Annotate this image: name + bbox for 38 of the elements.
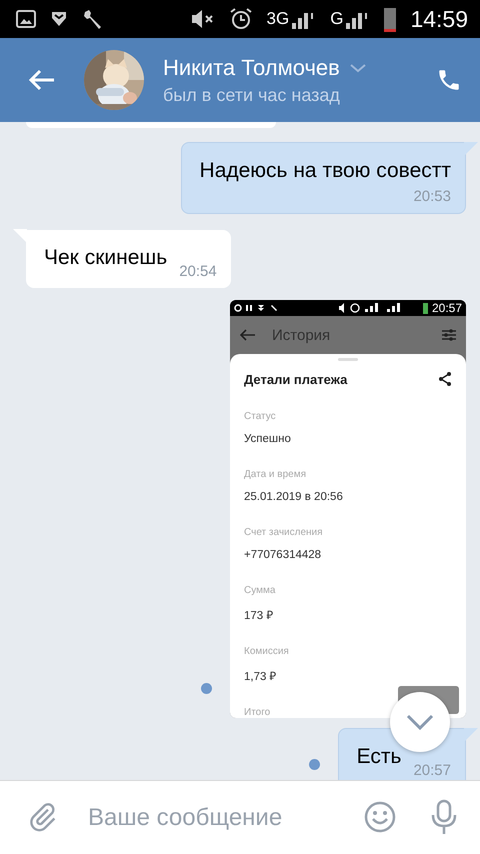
alarm-icon — [228, 7, 253, 31]
last-seen-status: был в сети час назад — [163, 84, 341, 106]
battery-icon — [384, 6, 396, 32]
wrench-icon — [82, 8, 104, 30]
message-time: 20:57 — [413, 762, 451, 779]
sheet-handle — [338, 358, 358, 361]
chevron-down-icon — [406, 714, 434, 730]
field-value: 173 ₽ — [244, 609, 274, 622]
contact-name[interactable]: Никита Толмочев — [163, 54, 340, 80]
message-text: Надеюсь на твою совестт — [200, 159, 451, 183]
field-label: Комиссия — [244, 646, 290, 657]
field-value: +77076314428 — [244, 549, 322, 561]
field-label: Счет зачисления — [244, 527, 324, 538]
message-time: 20:54 — [179, 263, 217, 280]
screen-title: История — [272, 326, 332, 344]
field-value: 1,73 ₽ — [244, 670, 278, 683]
back-icon[interactable] — [240, 329, 256, 342]
field-value: Успешно — [244, 433, 292, 445]
mute-icon — [190, 9, 215, 29]
field-label: Итого — [244, 707, 272, 718]
field-label: Статус — [244, 411, 277, 422]
field-label: Дата и время — [244, 469, 308, 480]
chevron-down-icon[interactable] — [350, 62, 366, 72]
field-value: 25.01.2019 в 20:56 — [244, 491, 344, 503]
message-input[interactable]: Ваше сообщение — [0, 780, 480, 854]
image-icon — [16, 10, 36, 28]
screenshot-image[interactable]: 20:57 История Детали платежа Статус Успешно Дата и время 25.01.2019 в 20:56 Счет зачисления +77076314428 Сумма 173 ₽ Комиссия 1,73 ₽ Итого — [230, 300, 466, 718]
field-label: Сумма — [244, 585, 276, 596]
filter-icon[interactable] — [442, 329, 456, 342]
battery-icon — [422, 302, 428, 314]
status-time: 14:59 — [410, 6, 468, 32]
sheet-title: Детали платежа — [244, 372, 348, 386]
message-text: Чек скинешь — [44, 246, 168, 270]
message-text: Есть — [356, 745, 402, 769]
message-time: 20:53 — [413, 188, 451, 205]
shield-icon — [50, 10, 68, 28]
status-time: 20:57 — [432, 301, 462, 316]
share-icon[interactable] — [438, 372, 452, 386]
